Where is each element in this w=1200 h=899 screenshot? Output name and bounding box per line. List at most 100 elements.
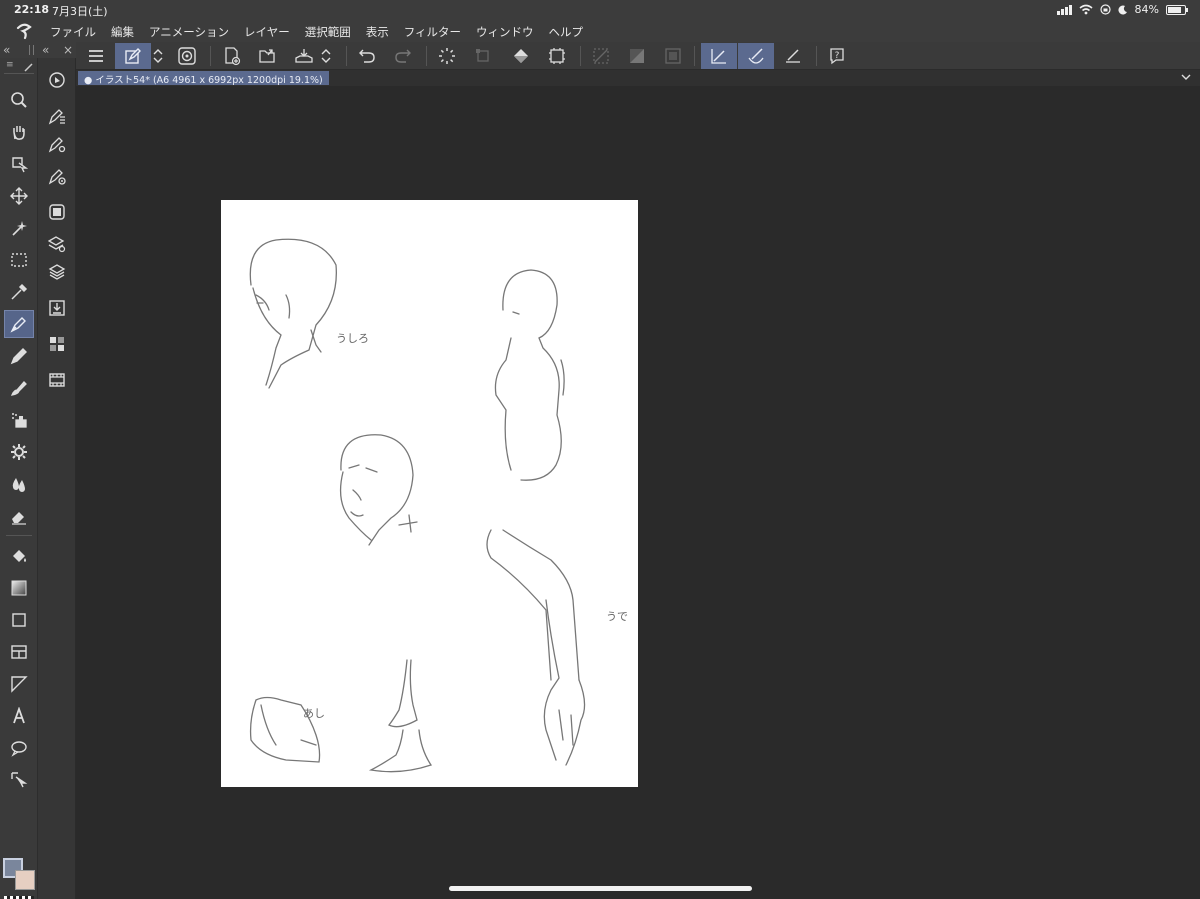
tool-figure[interactable] (4, 606, 34, 634)
clear-selection-button[interactable] (586, 43, 616, 69)
menu-layer[interactable]: レイヤー (244, 24, 290, 40)
tool-zoom[interactable] (4, 86, 34, 114)
crop-button[interactable] (542, 43, 572, 69)
tool-text[interactable] (4, 702, 34, 730)
cmd-separator (346, 46, 347, 66)
subtool-brush-size[interactable] (42, 162, 72, 190)
color-set-icon (50, 337, 64, 351)
invert-selection-button[interactable] (622, 43, 652, 69)
battery-fill (1168, 6, 1182, 13)
tool-ruler[interactable] (4, 670, 34, 698)
menu-selection[interactable]: 選択範囲 (305, 24, 351, 40)
tool-brush[interactable] (4, 374, 34, 402)
special-ruler-snap-button[interactable] (738, 43, 774, 69)
mode-toggle-button[interactable] (149, 43, 167, 69)
menu-filter[interactable]: フィルター (404, 24, 461, 40)
undo-button[interactable] (352, 43, 382, 69)
subtool-rotate[interactable] (42, 66, 72, 94)
cellular-signal-icon (1056, 4, 1072, 15)
toolbox: ≡ (0, 58, 38, 899)
tool-eyedropper[interactable] (4, 278, 34, 306)
tool-move-layer[interactable] (4, 182, 34, 210)
drawing-canvas[interactable]: うしろ うで あし (221, 200, 638, 787)
menu-window[interactable]: ウィンドウ (476, 24, 534, 40)
home-indicator[interactable] (449, 886, 752, 891)
clip-studio-logo-icon[interactable] (14, 22, 34, 40)
eraser-icon (12, 512, 26, 525)
tool-fill[interactable] (4, 542, 34, 570)
clip-studio-button[interactable] (172, 43, 202, 69)
save-button[interactable] (289, 43, 319, 69)
collapse-left-icon[interactable]: « (3, 43, 10, 57)
ruler-snap-button[interactable] (701, 43, 737, 69)
tool-eraser[interactable] (4, 502, 34, 530)
edit-mode-button[interactable] (115, 43, 151, 69)
sketch-label-back: うしろ (336, 332, 369, 345)
menu-icon[interactable]: ≡ (6, 60, 14, 70)
spinner-icon (439, 48, 455, 64)
panel-header: « « × (0, 42, 76, 58)
open-file-button[interactable] (253, 43, 283, 69)
palette-color-set[interactable] (42, 330, 72, 358)
subtool-settings[interactable] (42, 130, 72, 158)
menu-help[interactable]: ヘルプ (548, 24, 583, 40)
wifi-icon (1079, 4, 1093, 15)
toolbox-header: ≡ (4, 60, 34, 74)
palette-navigator[interactable] (42, 198, 72, 226)
orientation-lock-icon (1099, 4, 1111, 15)
tool-hand[interactable] (4, 118, 34, 146)
tool-preview-icon (24, 63, 33, 72)
menu-view[interactable]: 表示 (366, 24, 389, 40)
command-bar: ? (76, 42, 1200, 70)
selection-border-button[interactable] (658, 43, 688, 69)
selection-icon (11, 253, 27, 267)
tool-operation[interactable] (4, 150, 34, 178)
sketch-label-arm: うで (606, 610, 628, 623)
tool-balloon[interactable] (4, 734, 34, 762)
palette-layer-property[interactable] (42, 230, 72, 258)
chevron-down-icon[interactable] (1180, 71, 1192, 83)
transform-button[interactable] (468, 43, 498, 69)
redo-button[interactable] (388, 43, 418, 69)
help-button[interactable]: ? (822, 43, 852, 69)
svg-text:?: ? (835, 51, 840, 61)
palette-layers[interactable] (42, 258, 72, 286)
loading-button[interactable] (432, 43, 462, 69)
tool-gradient[interactable] (4, 574, 34, 602)
grid-snap-button[interactable] (778, 43, 808, 69)
tool-correct-line[interactable] (4, 766, 34, 794)
document-tab[interactable]: ● イラスト54* (A6 4961 x 6992px 1200dpi 19.1… (78, 71, 329, 86)
battery-icon (1166, 4, 1188, 15)
fill-bucket-icon (514, 49, 528, 63)
fill-button[interactable] (506, 43, 536, 69)
menu-animation[interactable]: アニメーション (149, 24, 229, 40)
cmd-separator (210, 46, 211, 66)
pencil-icon (10, 348, 27, 365)
tool-pencil[interactable] (4, 342, 34, 370)
subtool-pen[interactable] (42, 102, 72, 130)
tool-auto-select[interactable] (4, 214, 34, 242)
tool-airbrush[interactable] (4, 406, 34, 434)
menu-file[interactable]: ファイル (50, 24, 96, 40)
menu-edit[interactable]: 編集 (111, 24, 134, 40)
folder-open-icon (259, 49, 275, 63)
palette-timeline[interactable] (42, 366, 72, 394)
save-options-button[interactable] (317, 43, 335, 69)
sub-color-swatch[interactable] (15, 870, 35, 890)
tool-selection[interactable] (4, 246, 34, 274)
main-menu-button[interactable] (81, 43, 111, 69)
tool-frame-border[interactable] (4, 638, 34, 666)
material-icon (49, 300, 65, 316)
figure-icon (12, 613, 26, 627)
new-file-button[interactable] (217, 43, 247, 69)
layers-icon (48, 264, 66, 280)
panel-grip-icon[interactable] (29, 45, 34, 55)
collapse-left-2-icon[interactable]: « (42, 43, 49, 57)
help-icon: ? (830, 48, 844, 65)
clip-studio-icon (178, 47, 196, 65)
tool-decoration[interactable] (4, 438, 34, 466)
tool-blend[interactable] (4, 470, 34, 498)
palette-material[interactable] (42, 294, 72, 322)
tool-pen[interactable] (4, 310, 34, 338)
close-panel-icon[interactable]: × (63, 43, 73, 57)
